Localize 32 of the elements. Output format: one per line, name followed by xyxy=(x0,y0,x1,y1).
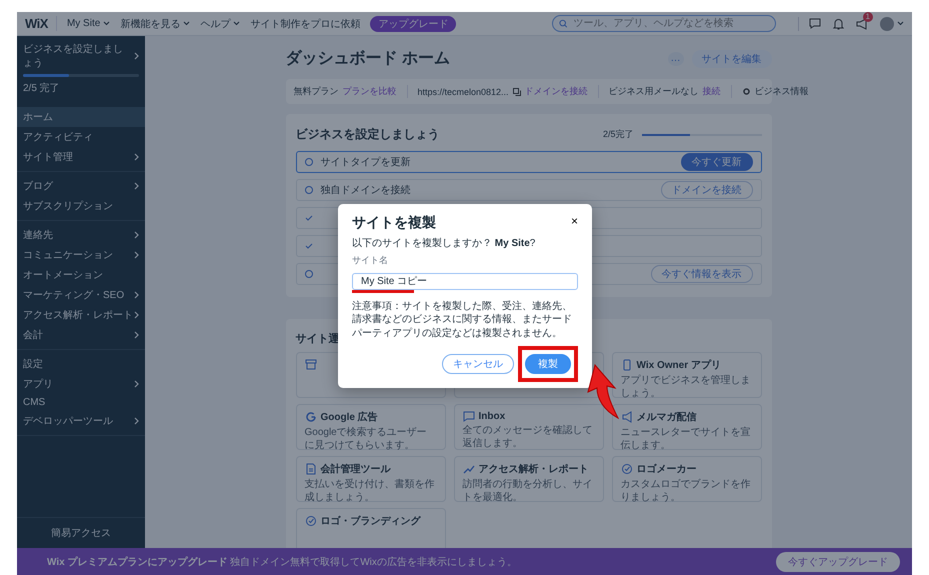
step-label: サイトタイプを更新 xyxy=(320,156,410,169)
tool-title: Inbox xyxy=(478,410,506,422)
progress-text: 2/5完了 xyxy=(602,128,634,141)
info-text: ビジネス用メールなし xyxy=(608,85,699,98)
tool-title: メルマガ配信 xyxy=(636,410,696,424)
tool-description: Googleで検索するユーザーに見つけてもらいます。 xyxy=(304,427,428,452)
tool-title: 会計管理ツール xyxy=(320,462,390,476)
tool-title: Wix Owner アプリ xyxy=(636,358,721,372)
dialog-question: 以下のサイトを複製しますか？ My Site? xyxy=(352,236,536,250)
tool-description: 訪問者の行動を分析し、サイトを最適化。 xyxy=(462,479,594,504)
tool-description: ニュースレターでサイトを宣伝します。 xyxy=(620,427,752,452)
info-text: https://tecmelon0812... xyxy=(418,86,509,96)
tool-description: アプリでビジネスを管理しましょう。 xyxy=(620,375,752,400)
page-title: ダッシュボード ホーム xyxy=(286,48,450,69)
dialog-note: 注意事項：サイトを複製した際、受注、連絡先、請求書などのビジネスに関する情報、またサードパーティアプリの設定などは複製されません。 xyxy=(352,300,573,340)
tool-title: ロゴ・ブランディング xyxy=(320,514,420,528)
progress-text: 2/5 完了 xyxy=(23,82,61,95)
tool-title: アクセス解析・レポート xyxy=(478,462,588,476)
field-label: サイト名 xyxy=(352,254,389,267)
tool-title: Google 広告 xyxy=(320,410,378,424)
banner-text: Wix プレミアムプランにアップグレード 独自ドメイン無料で取得してWixの広告を非表示にしましょう。 xyxy=(47,555,517,568)
tool-description: 支払いを受け付け、書類を作成しましょう。 xyxy=(304,479,436,504)
tool-description: カスタムロゴでブランドを作りましょう。 xyxy=(620,479,752,504)
info-text: 無料プラン xyxy=(294,85,338,98)
card-title: ビジネスを設定しましょう xyxy=(296,126,440,143)
info-text: ビジネス情報 xyxy=(754,85,809,98)
tool-description: 全てのメッセージを確認して返信します。 xyxy=(462,425,594,450)
section-title: サイト運 xyxy=(296,332,340,346)
dialog-title: サイトを複製 xyxy=(352,214,436,232)
tool-title: ロゴメーカー xyxy=(636,462,696,476)
notification-count: 1 xyxy=(862,12,873,22)
step-label: 独自ドメインを接続 xyxy=(320,184,410,197)
